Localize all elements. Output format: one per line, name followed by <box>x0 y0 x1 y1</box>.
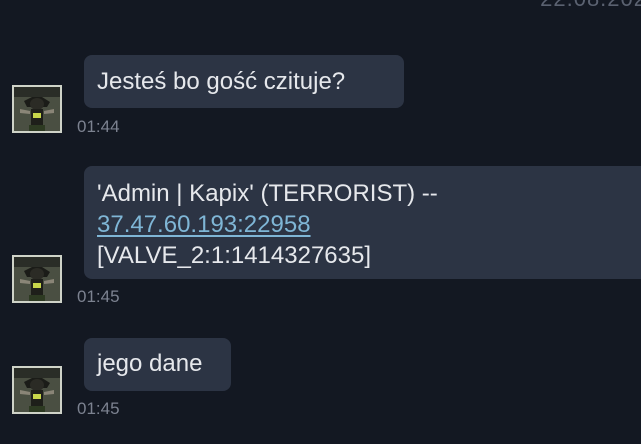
chat-screen: 22.08.202 Jesteś bo gość czituje? 01:44 … <box>0 0 641 444</box>
message-text: jego dane <box>97 350 203 377</box>
avatar[interactable] <box>12 255 62 303</box>
message-time: 01:44 <box>77 117 120 136</box>
message-time: 01:45 <box>77 287 120 306</box>
avatar[interactable] <box>12 85 62 133</box>
message-bubble[interactable]: 'Admin | Kapix' (TERRORIST) -- 37.47.60.… <box>84 166 641 279</box>
message-text-line: 'Admin | Kapix' (TERRORIST) -- <box>97 180 438 207</box>
message-text: Jesteś bo gość czituje? <box>97 68 346 95</box>
message-bubble[interactable]: Jesteś bo gość czituje? <box>84 55 404 108</box>
message-text-line: [VALVE_2:1:1414327635] <box>97 242 372 269</box>
avatar-image <box>14 257 60 301</box>
avatar-image <box>14 368 60 412</box>
ip-address-link[interactable]: 37.47.60.193:22958 <box>97 209 640 240</box>
avatar[interactable] <box>12 366 62 414</box>
date-separator: 22.08.202 <box>540 0 641 12</box>
message-time: 01:45 <box>77 399 120 418</box>
avatar-image <box>14 87 60 131</box>
message-bubble[interactable]: jego dane <box>84 338 231 391</box>
